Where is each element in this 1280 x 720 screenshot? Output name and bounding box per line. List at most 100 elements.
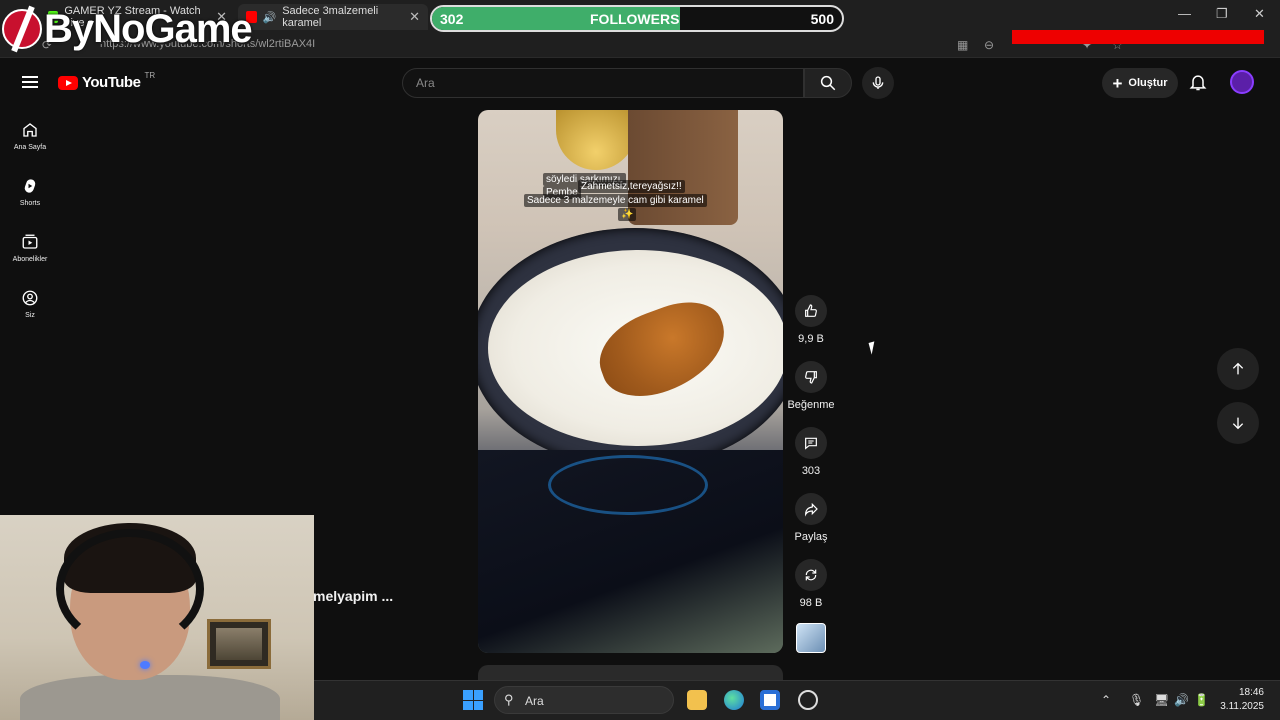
dislike-button[interactable] xyxy=(795,361,827,393)
create-button[interactable]: + Oluştur xyxy=(1102,68,1178,98)
sidebar-item-label: Abonelikler xyxy=(12,256,48,263)
sidebar-item-shorts[interactable]: Shorts xyxy=(0,164,60,220)
region-code: TR xyxy=(144,71,156,80)
restore-icon[interactable]: ❐ xyxy=(1216,6,1228,22)
cutting-board-image xyxy=(628,110,738,225)
remix-count: 98 B xyxy=(799,597,823,609)
youtube-header: YouTube TR Ara + Oluştur xyxy=(0,58,1280,108)
webcam-overlay xyxy=(0,515,314,720)
pan-image xyxy=(478,228,783,468)
search-icon xyxy=(820,75,836,91)
headset-mic-led xyxy=(140,661,150,669)
caption-line: Sadece 3 malzemeyle cam gibi karamel xyxy=(524,194,707,207)
close-tab-icon[interactable]: ✕ xyxy=(409,9,420,25)
battery-icon[interactable]: 🔋 xyxy=(1194,693,1209,707)
tray-expand-icon[interactable]: ⌃ xyxy=(1101,693,1111,707)
notifications-button[interactable] xyxy=(1188,72,1208,97)
remix-button[interactable] xyxy=(795,559,827,591)
edge-browser-icon[interactable] xyxy=(724,690,744,710)
speaker-icon[interactable]: 🔊 xyxy=(263,11,277,24)
taskbar-search-label: Ara xyxy=(525,694,544,708)
bell-icon xyxy=(1189,75,1207,91)
search-input[interactable]: Ara xyxy=(402,68,804,98)
search-button[interactable] xyxy=(804,68,852,98)
streamer-body-image xyxy=(20,675,280,720)
dislike-action[interactable]: Beğenme xyxy=(787,361,835,411)
like-action[interactable]: 9,9 B xyxy=(788,295,834,345)
subscriptions-icon xyxy=(22,234,38,249)
stove-image xyxy=(478,450,783,653)
followers-current: 302 xyxy=(440,11,464,27)
sidebar-item-subscriptions[interactable]: Abonelikler xyxy=(0,220,60,276)
alert-banner xyxy=(1012,30,1264,44)
caption-line: ✨ xyxy=(618,208,637,221)
remix-icon xyxy=(805,569,817,581)
remix-action[interactable]: 98 B xyxy=(788,559,834,609)
sidebar-item-home[interactable]: Ana Sayfa xyxy=(0,108,60,164)
next-short-button[interactable] xyxy=(1217,402,1259,444)
microphone-icon xyxy=(872,76,884,89)
tray-mic-icon[interactable]: 🎙 xyxy=(1129,693,1144,707)
taskbar-clock[interactable]: 18:46 3.11.2025 xyxy=(1218,686,1264,714)
share-label: Paylaş xyxy=(794,531,828,543)
account-icon xyxy=(22,290,38,306)
sidebar-item-you[interactable]: Siz xyxy=(0,276,60,332)
thumbs-up-icon xyxy=(805,304,817,317)
sidebar-item-label: Ana Sayfa xyxy=(13,144,47,151)
voice-search-button[interactable] xyxy=(862,67,894,99)
mouse-cursor-icon xyxy=(868,341,878,355)
caption-line: Zahmetsiz,tereyağsız!! xyxy=(578,180,685,193)
arrow-down-icon xyxy=(1232,417,1244,430)
minimize-icon[interactable]: — xyxy=(1178,6,1191,21)
app-icon[interactable] xyxy=(798,690,818,710)
followers-goal-bar: 302 FOLLOWERS 500 xyxy=(430,5,844,32)
store-icon[interactable] xyxy=(760,690,780,710)
sidebar-item-label: Siz xyxy=(25,312,35,319)
share-icon xyxy=(805,502,818,517)
headset-image xyxy=(56,529,204,649)
like-count: 9,9 B xyxy=(798,333,824,345)
clock-date: 3.11.2025 xyxy=(1220,701,1264,712)
bynogame-logo: ByNoGame xyxy=(2,2,253,56)
taskbar-search[interactable]: ⚲ Ara xyxy=(494,686,674,714)
wall-painting-image xyxy=(207,619,271,669)
home-icon xyxy=(23,123,37,137)
thumbs-down-icon xyxy=(805,371,817,384)
shorts-icon xyxy=(24,179,36,193)
comments-action[interactable]: 303 xyxy=(788,427,834,477)
comments-button[interactable] xyxy=(795,427,827,459)
sidebar: Ana Sayfa Shorts Abonelikler Siz xyxy=(0,108,60,332)
sound-thumbnail[interactable] xyxy=(796,623,826,653)
close-window-icon[interactable]: ✕ xyxy=(1254,6,1265,22)
share-action[interactable]: Paylaş xyxy=(788,493,834,543)
arrow-up-icon xyxy=(1232,362,1244,375)
caramel-image xyxy=(588,290,738,410)
logo-text: ByNoGame xyxy=(44,6,253,51)
network-icon[interactable]: 🖥 xyxy=(1154,693,1169,707)
comment-count: 303 xyxy=(801,465,821,477)
burner-image xyxy=(548,455,708,515)
plus-icon: + xyxy=(1112,73,1123,93)
short-video-player[interactable]: söyledi şarkımızı. Pembe Zahmetsiz,terey… xyxy=(478,110,783,653)
zoom-icon[interactable]: ⊖ xyxy=(984,38,994,52)
windows-start-icon[interactable] xyxy=(463,690,483,710)
apps-icon[interactable]: ▦ xyxy=(957,38,968,52)
followers-label: FOLLOWERS xyxy=(590,11,680,27)
channel-name[interactable]: melyapim ... xyxy=(313,588,393,604)
account-avatar[interactable] xyxy=(1230,70,1254,94)
comment-icon xyxy=(805,437,817,450)
clock-time: 18:46 xyxy=(1238,687,1264,698)
create-label: Oluştur xyxy=(1128,77,1168,89)
share-button[interactable] xyxy=(795,493,827,525)
volume-icon[interactable]: 🔊 xyxy=(1174,693,1189,707)
menu-icon[interactable] xyxy=(22,76,38,88)
tab-youtube-short[interactable]: 🔊 Sadece 3malzemeli karamel ✕ xyxy=(238,4,428,30)
search-icon: ⚲ xyxy=(504,692,514,707)
like-button[interactable] xyxy=(795,295,827,327)
followers-goal: 500 xyxy=(810,11,834,27)
dislike-label: Beğenme xyxy=(787,399,835,411)
file-explorer-icon[interactable] xyxy=(687,690,707,710)
youtube-logo[interactable]: YouTube TR xyxy=(58,71,156,91)
search-placeholder: Ara xyxy=(416,76,435,90)
previous-short-button[interactable] xyxy=(1217,348,1259,390)
